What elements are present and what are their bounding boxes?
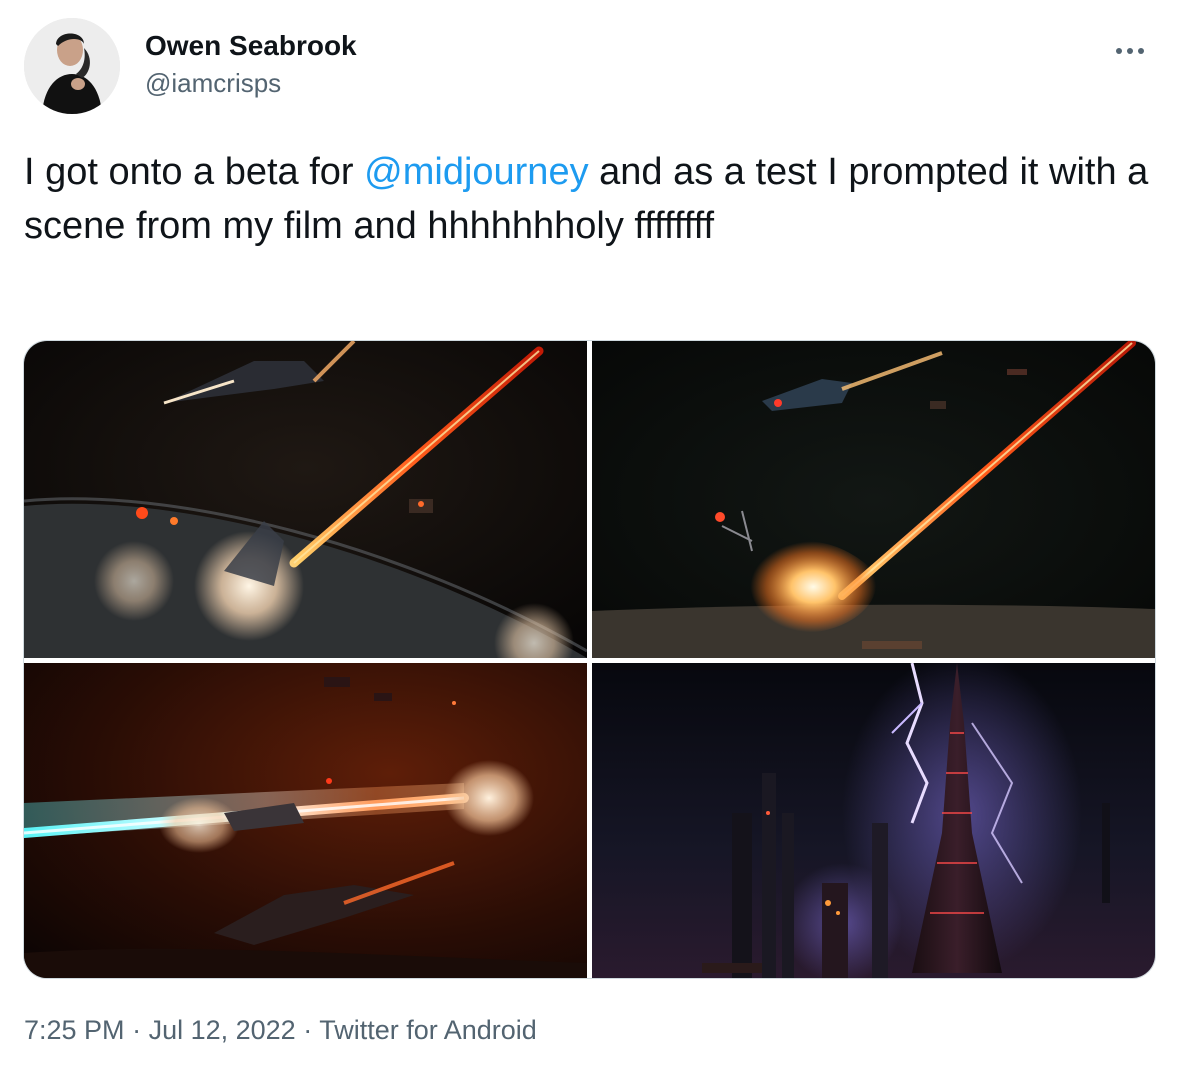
- tweet-text-before: I got onto a beta for: [24, 151, 365, 193]
- avatar[interactable]: [24, 18, 120, 114]
- tweet-header: Owen Seabrook @iamcrisps: [24, 18, 1158, 118]
- mention-link[interactable]: @midjourney: [364, 151, 588, 193]
- tweet-source[interactable]: Twitter for Android: [319, 1015, 537, 1045]
- media-grid: [23, 340, 1156, 979]
- meta-separator-1: ·: [124, 1015, 149, 1045]
- author-names: Owen Seabrook @iamcrisps: [145, 28, 357, 100]
- media-image-4[interactable]: [592, 663, 1155, 978]
- tweet-time[interactable]: 7:25 PM: [24, 1015, 125, 1045]
- media-image-1[interactable]: [24, 341, 587, 658]
- tweet-text: I got onto a beta for @midjourney and as…: [24, 145, 1154, 253]
- media-image-2[interactable]: [592, 341, 1155, 658]
- tweet-meta: 7:25 PM · Jul 12, 2022 · Twitter for And…: [24, 1012, 537, 1048]
- display-name[interactable]: Owen Seabrook: [145, 28, 357, 64]
- more-horizontal-icon[interactable]: [1108, 36, 1152, 66]
- tweet-date[interactable]: Jul 12, 2022: [149, 1015, 296, 1045]
- media-image-3[interactable]: [24, 663, 587, 978]
- author-handle[interactable]: @iamcrisps: [145, 66, 357, 100]
- meta-separator-2: ·: [295, 1015, 320, 1045]
